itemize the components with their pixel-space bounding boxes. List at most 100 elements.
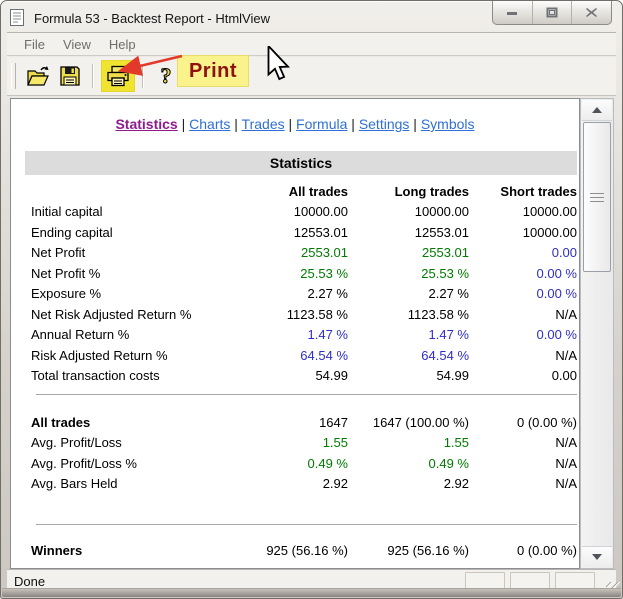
- row-value: 0.00 %: [469, 327, 577, 342]
- row-value: 54.99: [233, 368, 348, 383]
- row-value: 2.92: [348, 476, 469, 491]
- toolbar-separator: [92, 64, 94, 88]
- row-value: N/A: [469, 435, 577, 450]
- nav-link-settings[interactable]: Settings: [359, 116, 410, 132]
- nav-separator: |: [230, 116, 241, 132]
- section-divider: [36, 394, 577, 395]
- document-icon: [9, 9, 26, 27]
- restore-icon: [546, 7, 558, 18]
- row-label: Avg. Bars Held: [11, 476, 233, 491]
- close-button[interactable]: [572, 1, 611, 24]
- row-value: 2.92: [233, 476, 348, 491]
- table-row: Avg. Bars Held2.922.92N/A: [11, 474, 579, 495]
- app-window: Formula 53 - Backtest Report - HtmlView …: [0, 0, 623, 599]
- row-label: Risk Adjusted Return %: [11, 348, 233, 363]
- row-label: Total transaction costs: [11, 368, 233, 383]
- row-value: 64.54 %: [348, 348, 469, 363]
- table-row: Exposure %2.27 %2.27 %0.00 %: [11, 284, 579, 305]
- menu-item-view[interactable]: View: [54, 34, 100, 55]
- svg-text:?: ?: [161, 64, 172, 88]
- window-controls: [492, 1, 612, 25]
- minimize-button[interactable]: [493, 1, 533, 24]
- row-value: 925 (56.16 %): [233, 543, 348, 558]
- row-value: 25.53 %: [348, 266, 469, 281]
- title-bar: Formula 53 - Backtest Report - HtmlView: [9, 5, 492, 31]
- print-annotation-text: Print: [189, 60, 237, 83]
- row-label: Net Risk Adjusted Return %: [11, 307, 233, 322]
- nav-links: Statistics | Charts | Trades | Formula |…: [11, 116, 579, 134]
- window-frame-bottom: [2, 588, 621, 597]
- row-value: 0 (0.00 %): [469, 415, 577, 430]
- scroll-up-button[interactable]: [582, 100, 612, 121]
- row-value: 1.47 %: [348, 327, 469, 342]
- open-button[interactable]: [24, 62, 52, 90]
- save-floppy-icon: [59, 65, 81, 87]
- row-label: Net Profit %: [11, 266, 233, 281]
- chevron-up-icon: [592, 107, 602, 113]
- table-row: Net Profit %25.53 %25.53 %0.00 %: [11, 263, 579, 284]
- row-value: 64.54 %: [233, 348, 348, 363]
- table-header-row: All trades Long trades Short trades: [11, 181, 579, 202]
- row-label: Avg. Profit/Loss: [11, 435, 233, 450]
- row-label: Initial capital: [11, 204, 233, 219]
- nav-link-trades[interactable]: Trades: [242, 116, 285, 132]
- row-value: 0.00: [469, 368, 577, 383]
- menu-bar: FileViewHelp: [7, 32, 616, 56]
- table-row: Net Risk Adjusted Return %1123.58 %1123.…: [11, 304, 579, 325]
- row-value: 2.27 %: [233, 286, 348, 301]
- row-value: 54.99: [348, 368, 469, 383]
- row-value: 0.00 %: [469, 266, 577, 281]
- nav-separator: |: [409, 116, 420, 132]
- print-annotation-label: Print: [177, 55, 249, 87]
- table-section: Initial capital10000.0010000.0010000.00E…: [11, 202, 579, 387]
- row-value: 2.27 %: [348, 286, 469, 301]
- table-row: Ending capital12553.0112553.0110000.00: [11, 222, 579, 243]
- vertical-scrollbar[interactable]: [580, 98, 614, 569]
- row-label: Ending capital: [11, 225, 233, 240]
- row-label: Exposure %: [11, 286, 233, 301]
- table-row: Winners925 (56.16 %)925 (56.16 %)0 (0.00…: [11, 540, 579, 561]
- row-label: Winners: [11, 543, 233, 558]
- toolbar-grip: [11, 63, 16, 89]
- row-value: N/A: [469, 476, 577, 491]
- menu-item-help[interactable]: Help: [100, 34, 145, 55]
- menu-item-file[interactable]: File: [15, 34, 54, 55]
- row-value: 1647: [233, 415, 348, 430]
- row-value: 10000.00: [469, 225, 577, 240]
- row-value: 925 (56.16 %): [348, 543, 469, 558]
- row-value: 10000.00: [469, 204, 577, 219]
- column-header-long-trades: Long trades: [348, 184, 469, 199]
- scrollbar-grip-icon: [590, 193, 604, 202]
- row-value: 1.55: [348, 435, 469, 450]
- help-button[interactable]: ?: [152, 62, 180, 90]
- row-value: 0.49 %: [348, 456, 469, 471]
- save-button[interactable]: [56, 62, 84, 90]
- row-value: 0.00 %: [469, 286, 577, 301]
- row-value: N/A: [469, 348, 577, 363]
- nav-link-statistics[interactable]: Statistics: [115, 116, 177, 132]
- nav-link-formula[interactable]: Formula: [296, 116, 347, 132]
- row-value: 10000.00: [233, 204, 348, 219]
- row-value: 0 (0.00 %): [469, 543, 577, 558]
- table-row: Total transaction costs54.9954.990.00: [11, 366, 579, 387]
- scroll-down-button[interactable]: [582, 546, 612, 567]
- toolbar-separator: [142, 64, 144, 88]
- row-value: 12553.01: [233, 225, 348, 240]
- table-row: Net Profit2553.012553.010.00: [11, 243, 579, 264]
- table-row: Avg. Profit/Loss %0.49 %0.49 %N/A: [11, 453, 579, 474]
- row-label: All trades: [11, 415, 233, 430]
- scrollbar-thumb[interactable]: [583, 122, 611, 272]
- row-value: 12553.01: [348, 225, 469, 240]
- table-row: Annual Return %1.47 %1.47 %0.00 %: [11, 325, 579, 346]
- print-button[interactable]: [102, 61, 134, 91]
- restore-button[interactable]: [533, 1, 573, 24]
- nav-link-charts[interactable]: Charts: [189, 116, 230, 132]
- nav-link-symbols[interactable]: Symbols: [421, 116, 475, 132]
- nav-separator: |: [178, 116, 189, 132]
- nav-separator: |: [347, 116, 358, 132]
- table-body: Initial capital10000.0010000.0010000.00E…: [11, 202, 579, 561]
- table-section: Winners925 (56.16 %)925 (56.16 %)0 (0.00…: [11, 540, 579, 561]
- table-row: All trades16471647 (100.00 %)0 (0.00 %): [11, 412, 579, 433]
- window-title: Formula 53 - Backtest Report - HtmlView: [34, 11, 270, 26]
- table-row: Initial capital10000.0010000.0010000.00: [11, 202, 579, 223]
